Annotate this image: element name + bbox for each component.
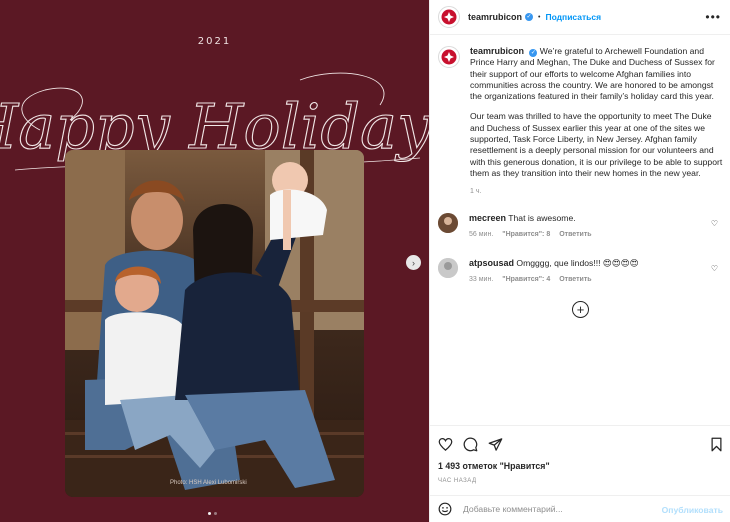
follow-button[interactable]: Подписаться [545,12,601,22]
author-username[interactable]: teamrubicon [468,12,522,22]
caption-text: teamrubicon ✓ We’re grateful to Archewel… [470,46,724,198]
emoji-smiley-icon[interactable] [438,502,452,516]
verified-badge-icon: ✓ [529,49,538,57]
caption-paragraph-2: Our team was thrilled to have the opport… [470,111,723,178]
verified-badge-icon: ✓ [525,13,534,21]
comment-username[interactable]: mecreen [469,213,506,223]
comment-time[interactable]: 56 мин. [469,231,493,238]
comment-item: mecreen That is awesome. 56 мин. "Нравит… [438,213,724,238]
author-avatar[interactable] [438,6,460,28]
commenter-avatar[interactable] [438,258,458,278]
separator-dot: • [538,13,541,21]
comment-text: That is awesome. [508,213,576,223]
team-rubicon-logo-icon [441,49,457,65]
caption-username[interactable]: teamrubicon [470,46,524,56]
caption-avatar[interactable] [438,46,460,68]
comment-bubble-icon[interactable] [463,437,478,452]
post-actions-bar [430,425,730,461]
comment-like-heart-icon[interactable]: ♡ [711,219,718,228]
carousel-dot-active [208,512,211,515]
team-rubicon-logo-icon [441,9,457,25]
post-media[interactable]: 2021 Happy Holidays [0,0,429,522]
comment-input[interactable] [463,504,658,514]
next-slide-button[interactable]: › [406,255,421,270]
post-date[interactable]: ЧАС НАЗАД [438,478,477,484]
caption-time: 1 ч. [470,188,482,196]
user-photo-icon [438,258,458,278]
more-horizontal-icon[interactable]: ••• [705,10,721,24]
reply-button[interactable]: Ответить [559,276,591,283]
comment-likes[interactable]: "Нравится": 8 [502,231,550,238]
card-year: 2021 [197,36,232,47]
comment-username[interactable]: atpsousad [469,258,514,268]
post-side-panel: teamrubicon ✓ • Подписаться ••• teamrubi… [429,0,730,522]
save-bookmark-icon[interactable] [709,437,724,452]
comment-item: atpsousad Omgggg, que lindos!!! 😍😍😍😍 33 … [438,258,724,283]
family-photo [65,150,364,497]
comment-like-heart-icon[interactable]: ♡ [711,264,718,273]
comment-time[interactable]: 33 мин. [469,276,493,283]
chevron-right-icon: › [412,257,415,268]
post-caption: teamrubicon ✓ We’re grateful to Archewel… [438,46,724,198]
photo-credit: Photo: HSH Alexi Lubomirski [170,480,247,486]
user-photo-icon [438,213,458,233]
comment-likes[interactable]: "Нравится": 4 [502,276,550,283]
likes-count[interactable]: 1 493 отметок "Нравится" [438,461,550,471]
comment-text: Omgggg, que lindos!!! 😍😍😍😍 [516,258,639,268]
like-heart-icon[interactable] [438,437,453,452]
instagram-post-modal: 2021 Happy Holidays [0,0,730,522]
load-more-comments-plus-icon[interactable]: + [572,301,589,318]
add-comment-bar: Опубликовать [430,495,730,522]
carousel-dot [214,512,217,515]
reply-button[interactable]: Ответить [559,231,591,238]
share-paper-plane-icon[interactable] [488,437,503,452]
post-header: teamrubicon ✓ • Подписаться ••• [430,0,730,35]
carousel-indicator [208,512,217,515]
publish-button[interactable]: Опубликовать [662,505,723,515]
commenter-avatar[interactable] [438,213,458,233]
